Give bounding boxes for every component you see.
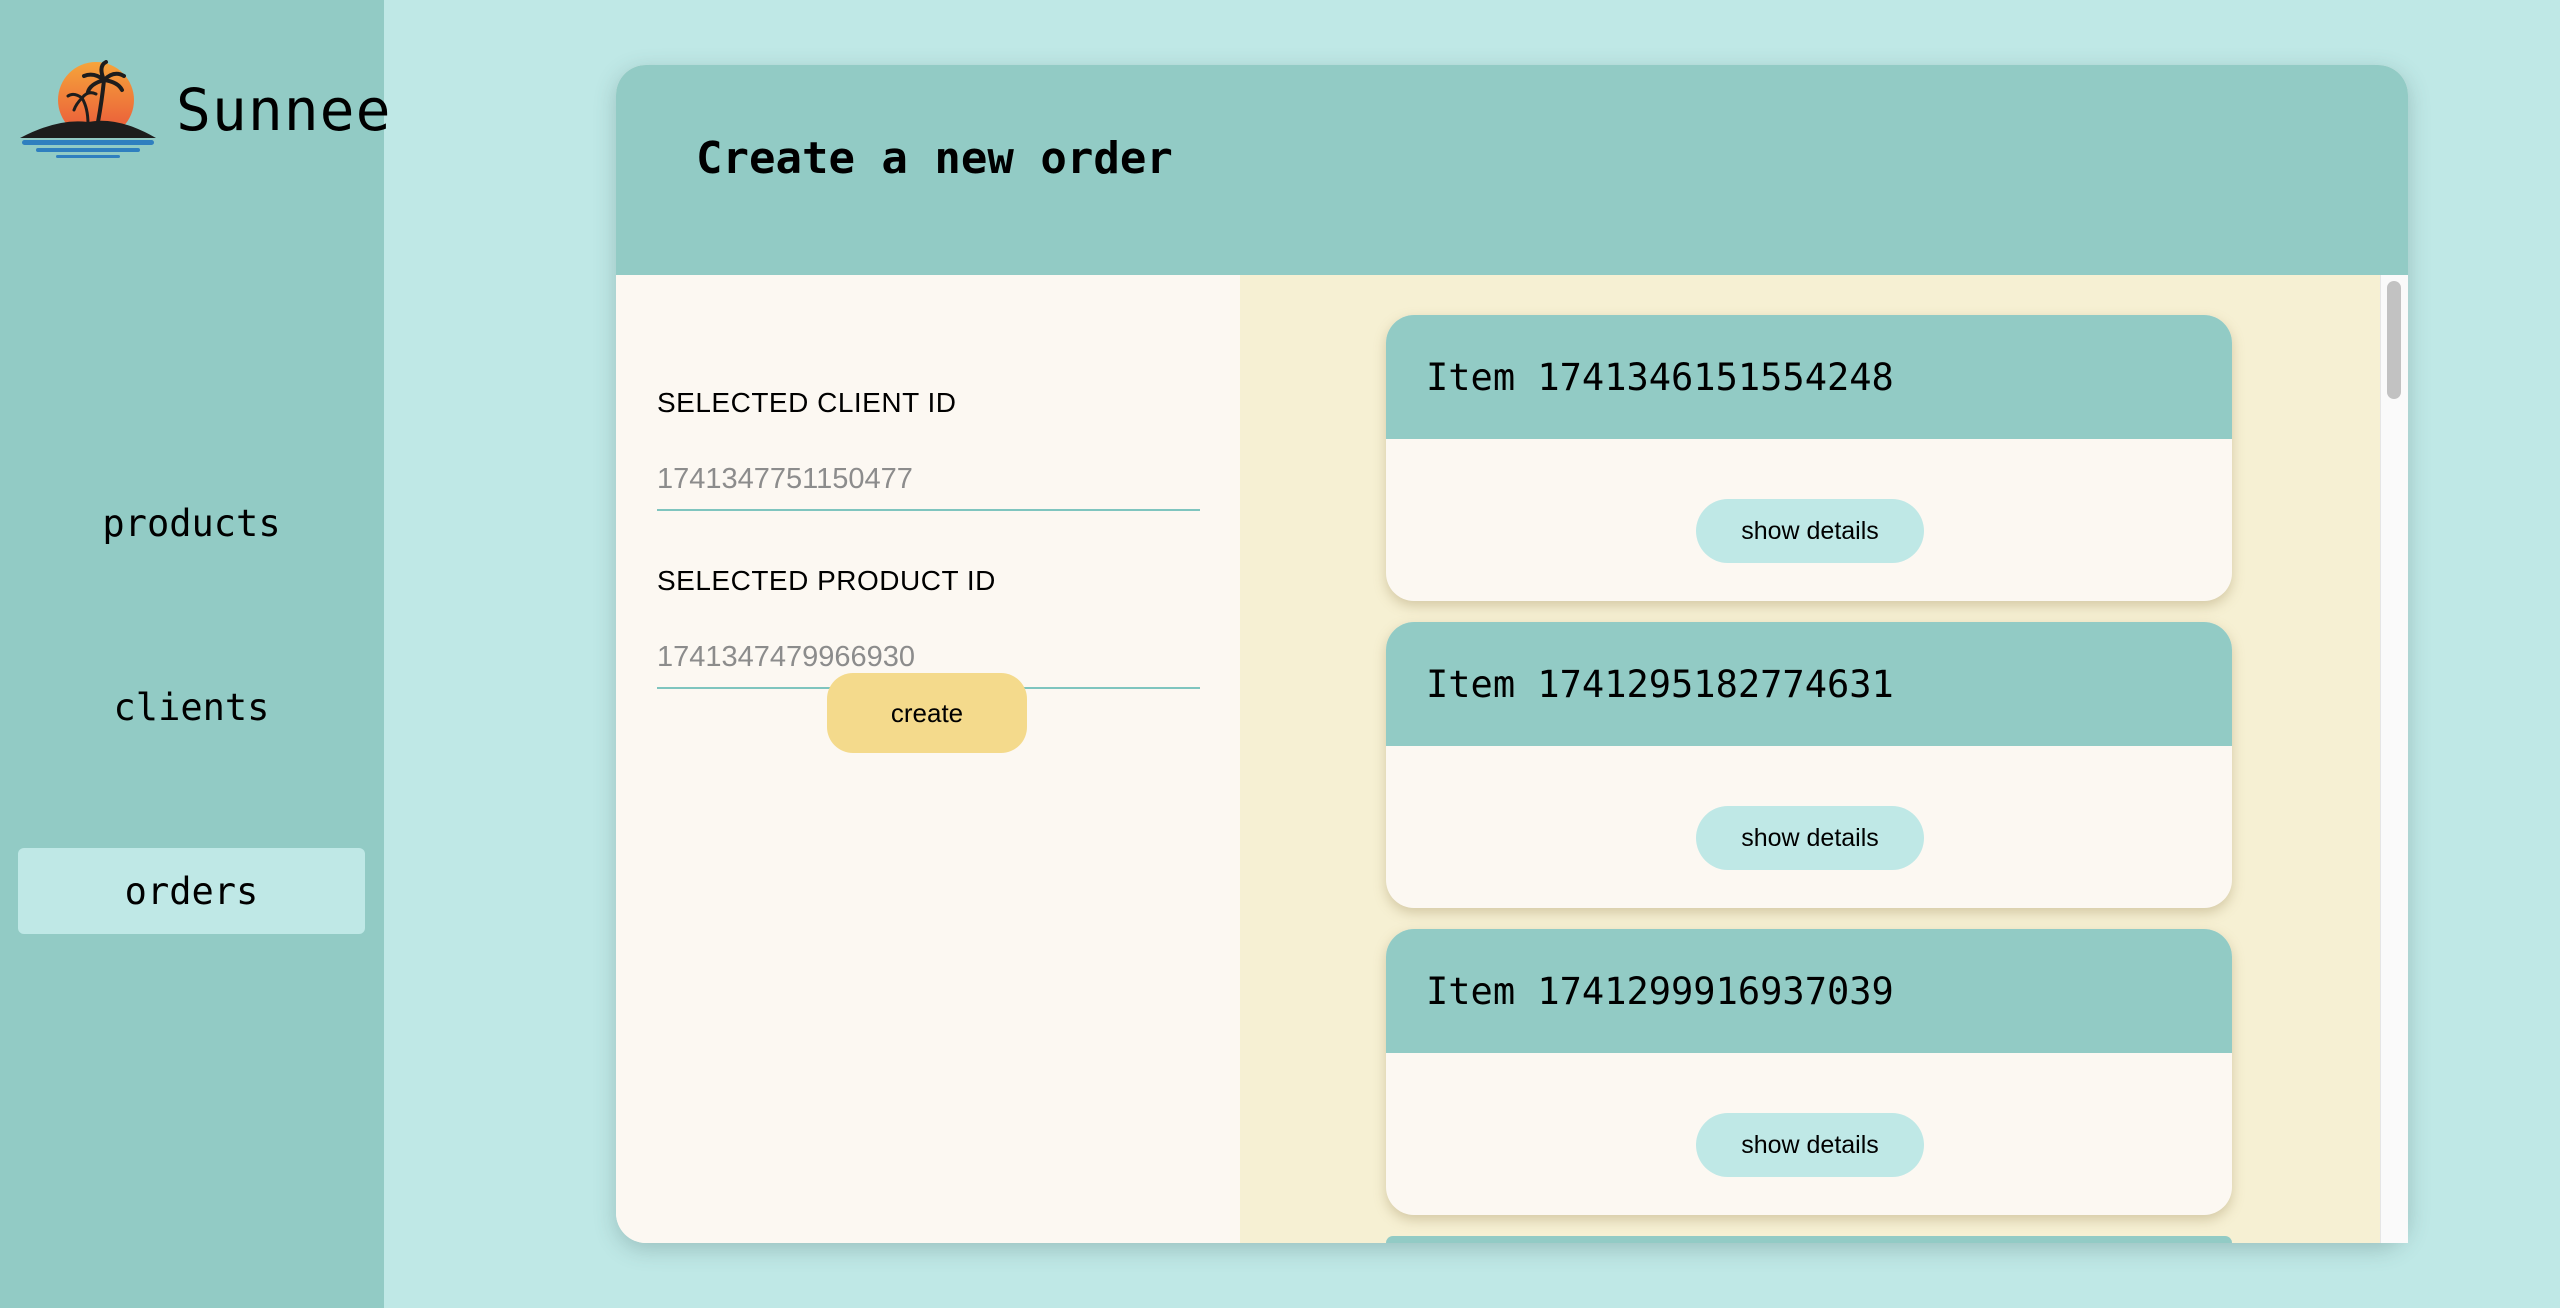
- page-title: Create a new order: [696, 132, 1173, 184]
- sidebar-item-orders[interactable]: orders: [18, 848, 365, 934]
- product-id-label: SELECTED PRODUCT ID: [657, 565, 996, 596]
- show-details-button[interactable]: show details: [1696, 806, 1924, 870]
- show-details-button[interactable]: show details: [1696, 499, 1924, 563]
- sidebar-nav: products clients orders: [18, 480, 365, 934]
- item-title: Item 1741299916937039: [1426, 969, 1894, 1013]
- item-header: Item 1741346151554248: [1386, 315, 2232, 439]
- brand-name: Sunnee: [176, 76, 392, 144]
- order-form: SELECTED CLIENT ID SELECTED PRODUCT ID c…: [616, 275, 1240, 1243]
- client-id-input[interactable]: [657, 449, 1200, 511]
- list-item-partial: [1386, 1236, 2232, 1243]
- client-id-label: SELECTED CLIENT ID: [657, 387, 957, 418]
- items-scrollbar[interactable]: [2380, 275, 2408, 1243]
- list-item: Item 1741346151554248 show details: [1386, 315, 2232, 601]
- show-details-button[interactable]: show details: [1696, 1113, 1924, 1177]
- item-header: Item 1741299916937039: [1386, 929, 2232, 1053]
- list-item: Item 1741295182774631 show details: [1386, 622, 2232, 908]
- item-title: Item 1741295182774631: [1426, 662, 1894, 706]
- sidebar-item-products[interactable]: products: [18, 480, 365, 566]
- scrollbar-thumb[interactable]: [2387, 281, 2401, 399]
- item-title: Item 1741346151554248: [1426, 355, 1894, 399]
- brand[interactable]: Sunnee: [18, 60, 392, 160]
- card-header: Create a new order: [616, 65, 2408, 275]
- sidebar-item-clients[interactable]: clients: [18, 664, 365, 750]
- list-item: Item 1741299916937039 show details: [1386, 929, 2232, 1215]
- sidebar: Sunnee products clients orders: [0, 0, 391, 1308]
- create-button[interactable]: create: [827, 673, 1027, 753]
- sunset-island-palm-logo-icon: [20, 60, 156, 158]
- item-header: Item 1741295182774631: [1386, 622, 2232, 746]
